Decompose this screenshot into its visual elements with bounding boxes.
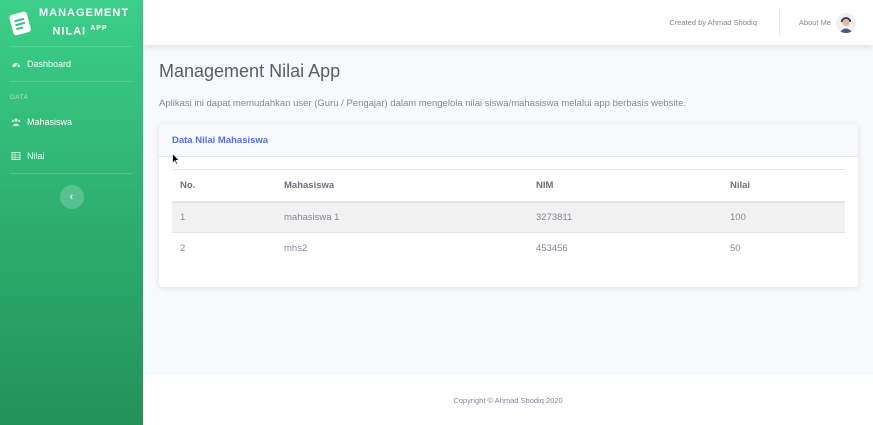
- sidebar-item-dashboard[interactable]: Dashboard: [0, 47, 143, 81]
- sidebar-item-mahasiswa[interactable]: Mahasiswa: [0, 105, 143, 139]
- page-title: Management Nilai App: [159, 61, 341, 81]
- table-icon: [11, 152, 21, 160]
- column-header-no[interactable]: No.: [172, 169, 276, 203]
- data-table: No. Mahasiswa NIM Nilai 1 mahasiswa 1 32…: [172, 169, 845, 264]
- cell-no: 2: [172, 232, 276, 264]
- cell-no: 1: [172, 201, 276, 233]
- cell-nilai: 100: [722, 201, 845, 233]
- dashboard-icon: [12, 63, 20, 68]
- credit-text: Created by Ahmad Shodiq: [669, 18, 757, 27]
- table-header-row: No. Mahasiswa NIM Nilai: [172, 169, 845, 203]
- brand-sup: APP: [90, 25, 108, 33]
- brand-line2: NILAI APP: [39, 21, 121, 40]
- avatar: [836, 12, 856, 33]
- users-icon: [11, 118, 21, 126]
- brand-line1: MANAGEMENT: [39, 7, 130, 20]
- sidebar-item-label: Nilai: [27, 151, 45, 161]
- sidebar-item-nilai[interactable]: Nilai: [0, 139, 143, 173]
- data-card: Data Nilai Mahasiswa No. Mahasiswa NIM N…: [159, 124, 858, 287]
- sidebar-heading: DATA: [10, 94, 29, 101]
- sidebar-item-label: Mahasiswa: [27, 117, 73, 127]
- card-title: Data Nilai Mahasiswa: [159, 124, 858, 157]
- chevron-left-icon: ‹: [69, 191, 74, 203]
- topbar: Created by Ahmad Shodiq About Me: [143, 0, 873, 45]
- column-header-mahasiswa[interactable]: Mahasiswa: [276, 169, 528, 203]
- brand-link[interactable]: MANAGEMENT NILAI APP: [0, 0, 143, 46]
- cell-mahasiswa: mhs2: [276, 232, 528, 264]
- about-me-label: About Me: [798, 18, 831, 27]
- cell-nim: 453456: [528, 232, 722, 264]
- sidebar-item-label: Dashboard: [27, 59, 72, 69]
- cell-nim: 3273811: [528, 201, 722, 233]
- about-me-link[interactable]: About Me: [780, 12, 873, 33]
- mouse-cursor-icon: [172, 153, 180, 165]
- main-content: Management Nilai App Aplikasi ini dapat …: [143, 45, 873, 375]
- footer: Copyright © Ahmad Shodiq 2020: [143, 375, 873, 425]
- brand-line2-text: NILAI: [52, 25, 87, 38]
- cell-nilai: 50: [722, 232, 845, 264]
- table-row: 2 mhs2 453456 50: [172, 232, 845, 264]
- sidebar: MANAGEMENT NILAI APP Dashboard DATA Maha…: [0, 0, 143, 425]
- sidebar-toggle-button[interactable]: ‹: [59, 185, 84, 209]
- brand-title: MANAGEMENT NILAI APP: [39, 6, 130, 40]
- column-header-nim[interactable]: NIM: [528, 169, 722, 203]
- cell-mahasiswa: mahasiswa 1: [276, 201, 528, 233]
- clipboard-icon: [9, 11, 31, 36]
- column-header-nilai[interactable]: Nilai: [722, 169, 845, 203]
- copyright-text: Copyright © Ahmad Shodiq 2020: [453, 395, 563, 405]
- table-row: 1 mahasiswa 1 3273811 100: [172, 201, 845, 233]
- page-description: Aplikasi ini dapat memudahkan user (Guru…: [159, 98, 686, 109]
- sidebar-divider: [10, 173, 133, 174]
